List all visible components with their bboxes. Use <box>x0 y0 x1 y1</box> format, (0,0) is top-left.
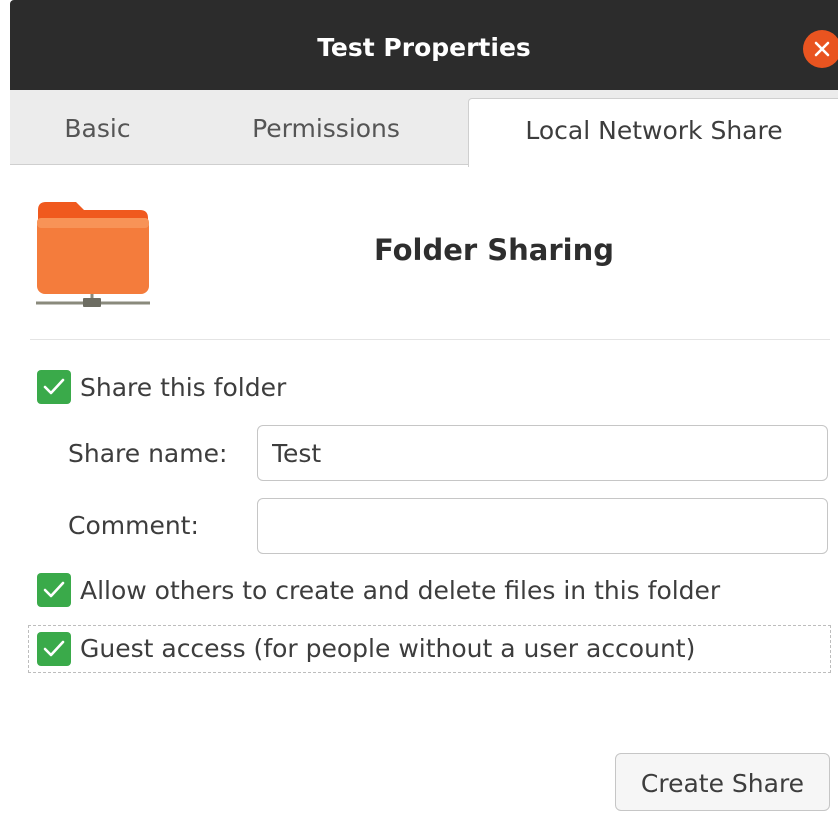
comment-input[interactable] <box>257 498 828 554</box>
comment-label: Comment: <box>68 511 199 540</box>
close-icon <box>814 41 830 57</box>
tab-permissions[interactable]: Permissions <box>206 90 446 164</box>
allow-write-checkbox[interactable] <box>37 573 71 607</box>
checkmark-icon <box>43 581 65 598</box>
guest-access-label[interactable]: Guest access (for people without a user … <box>80 632 695 666</box>
share-folder-label[interactable]: Share this folder <box>80 371 286 405</box>
checkmark-icon <box>43 378 65 395</box>
tab-bar: Basic Permissions Local Network Share <box>10 90 838 167</box>
guest-access-checkbox[interactable] <box>37 632 71 666</box>
window-title: Test Properties <box>317 33 531 62</box>
window-edge <box>0 0 10 811</box>
title-bar[interactable]: Test Properties <box>10 0 838 90</box>
share-folder-checkbox[interactable] <box>37 370 71 404</box>
allow-write-label[interactable]: Allow others to create and delete files … <box>80 574 720 608</box>
close-button[interactable] <box>803 30 838 68</box>
create-share-button[interactable]: Create Share <box>615 753 830 811</box>
share-name-label: Share name: <box>68 439 228 468</box>
checkmark-icon <box>43 640 65 657</box>
folder-share-icon <box>34 196 152 310</box>
share-name-input[interactable] <box>257 425 828 481</box>
tab-basic[interactable]: Basic <box>10 90 185 164</box>
separator <box>30 339 830 340</box>
tab-local-network-share[interactable]: Local Network Share <box>468 98 838 167</box>
folder-sharing-heading: Folder Sharing <box>373 233 615 267</box>
